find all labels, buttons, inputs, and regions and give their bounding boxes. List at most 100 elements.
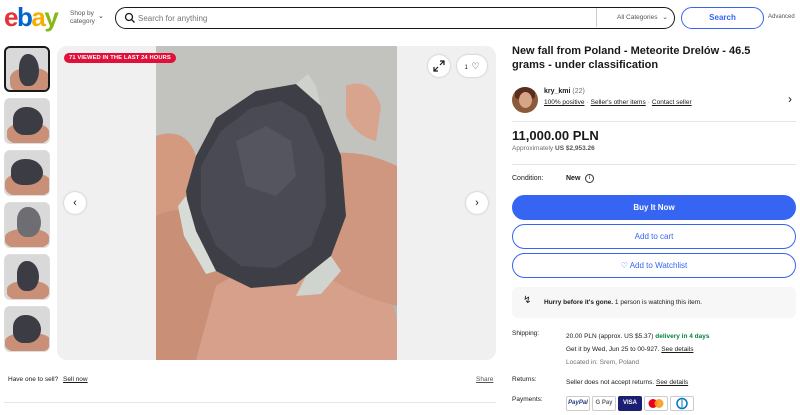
views-badge: 71 VIEWED IN THE LAST 24 HOURS (64, 53, 176, 63)
shop-by-category-button[interactable]: Shop by category ⌄ (70, 10, 110, 25)
seller-other-items-link[interactable]: Seller's other items (591, 99, 646, 106)
urgency-banner: ↯ Hurry before it's gone. 1 person is wa… (512, 287, 796, 318)
condition-value: New (566, 175, 581, 182)
paypal-icon: PayPal (566, 396, 590, 411)
logo-letter: a (31, 2, 45, 32)
mastercard-icon (644, 396, 668, 411)
info-icon[interactable]: i (585, 174, 594, 183)
expand-icon (433, 60, 445, 72)
chevron-right-icon[interactable]: › (788, 92, 792, 106)
thumbnail[interactable] (4, 254, 50, 300)
approx-price: Approximately US $2,953.26 (512, 145, 595, 152)
chevron-down-icon: ⌄ (662, 14, 668, 21)
see-details-link[interactable]: See details (661, 346, 693, 353)
shop-by-category-label: Shop by category (70, 10, 95, 25)
sell-prompt: Have one to sell? Sell now (8, 376, 88, 383)
sell-prompt-text: Have one to sell? (8, 376, 59, 383)
chevron-left-icon: ‹ (73, 197, 77, 209)
ebay-logo[interactable]: ebay (4, 4, 64, 30)
seller-links: 100% positive · Seller's other items · Conta… (544, 99, 692, 106)
seller-avatar[interactable] (512, 87, 538, 113)
urgency-text: Hurry before it's gone. 1 person is watc… (544, 299, 702, 306)
returns-info: Seller does not accept returns. See deta… (566, 376, 796, 389)
add-to-watchlist-button[interactable]: ♡ Add to Watchlist (512, 253, 796, 278)
mastercard-circles (648, 399, 664, 408)
thumbnail-strip (4, 46, 52, 360)
expand-button[interactable] (428, 55, 450, 77)
chevron-down-icon: ⌄ (98, 13, 104, 20)
thumbnail-rock (11, 159, 43, 185)
category-select[interactable]: All Categories ⌄ (596, 8, 674, 27)
shipping-label: Shipping: (512, 330, 540, 337)
avatar-face (519, 92, 532, 108)
diners-icon (670, 396, 694, 411)
visa-icon: VISA (618, 396, 642, 411)
returns-label: Returns: (512, 376, 537, 383)
meteorite-illustration (156, 46, 397, 360)
contact-seller-link[interactable]: Contact seller (652, 99, 692, 106)
shipping-info: 20.00 PLN (approx. US $5.37) delivery in… (566, 330, 796, 369)
shipping-getby: Get it by Wed, Jun 25 to 00-927. (566, 346, 660, 353)
seller-name[interactable]: kry_kmi (22) (544, 88, 585, 95)
thumbnail-rock (17, 207, 41, 237)
thumbnail[interactable] (4, 202, 50, 248)
seller-feedback-count: (22) (572, 88, 585, 95)
search-button[interactable]: Search (681, 7, 764, 29)
chevron-right-icon: › (475, 197, 479, 209)
heart-icon: ♡ (620, 261, 628, 270)
search-input[interactable] (138, 11, 588, 25)
seller-positive-link[interactable]: 100% positive (544, 99, 584, 106)
thumbnail[interactable] (4, 150, 50, 196)
returns-text: Seller does not accept returns. (566, 379, 655, 386)
approx-value: US $2,953.26 (555, 145, 595, 152)
logo-letter: e (4, 2, 18, 32)
urgency-detail: 1 person is watching this item. (614, 299, 702, 306)
search-bar: All Categories ⌄ (115, 7, 675, 29)
main-image-viewer[interactable]: 71 VIEWED IN THE LAST 24 HOURS 1 ♡ ‹ › (57, 46, 496, 360)
lightning-icon: ↯ (523, 295, 532, 306)
sell-now-link[interactable]: Sell now (63, 376, 88, 383)
seller-username: kry_kmi (544, 88, 571, 95)
listing-title: New fall from Poland - Meteorite Drelów … (512, 45, 751, 71)
approx-label: Approximately (512, 145, 554, 152)
listing-details: New fall from Poland - Meteorite Drelów … (512, 44, 798, 411)
thumbnail[interactable] (4, 306, 50, 352)
shipping-cost: 20.00 PLN (approx. US $5.37) (566, 333, 654, 340)
thumbnail[interactable] (4, 98, 50, 144)
category-select-value: All Categories (617, 14, 658, 21)
divider (512, 121, 796, 122)
separator: · (647, 99, 650, 106)
logo-letter: y (44, 2, 58, 32)
buy-it-now-button[interactable]: Buy It Now (512, 195, 796, 220)
thumbnail-rock (19, 54, 39, 86)
add-to-watchlist-label: Add to Watchlist (629, 261, 688, 270)
divider (512, 164, 796, 165)
favorite-button[interactable]: 1 ♡ (457, 55, 487, 77)
item-location: Located in: Srem, Poland (566, 359, 639, 366)
add-to-cart-button[interactable]: Add to cart (512, 224, 796, 249)
delivery-estimate: delivery in 4 days (655, 333, 710, 340)
shipping-getby-line: Get it by Wed, Jun 25 to 00-927. See det… (566, 343, 796, 356)
favorite-count: 1 (464, 65, 468, 71)
payment-methods: PayPal G Pay VISA (566, 396, 696, 411)
price: 11,000.00 PLN (512, 128, 599, 143)
search-icon (124, 12, 135, 23)
header: ebay Shop by category ⌄ All Categories ⌄… (0, 0, 800, 36)
divider (4, 402, 496, 403)
next-image-button[interactable]: › (466, 192, 488, 214)
thumbnail[interactable] (4, 46, 50, 92)
shipping-row: Shipping: 20.00 PLN (approx. US $5.37) d… (512, 330, 796, 370)
previous-image-button[interactable]: ‹ (64, 192, 86, 214)
advanced-search-link[interactable]: Advanced (768, 14, 795, 20)
diners-circle (676, 397, 688, 410)
returns-see-details-link[interactable]: See details (656, 379, 688, 386)
heart-icon: ♡ (471, 61, 480, 71)
google-pay-icon: G Pay (592, 396, 616, 411)
thumbnail-rock (17, 261, 39, 291)
logo-letter: b (16, 2, 33, 32)
thumbnail-rock (13, 107, 43, 135)
share-link[interactable]: Share (476, 376, 493, 383)
payments-label: Payments: (512, 396, 543, 403)
urgency-bold: Hurry before it's gone. (544, 299, 614, 306)
seller-card[interactable]: kry_kmi (22) 100% positive · Seller's othe… (512, 84, 796, 118)
